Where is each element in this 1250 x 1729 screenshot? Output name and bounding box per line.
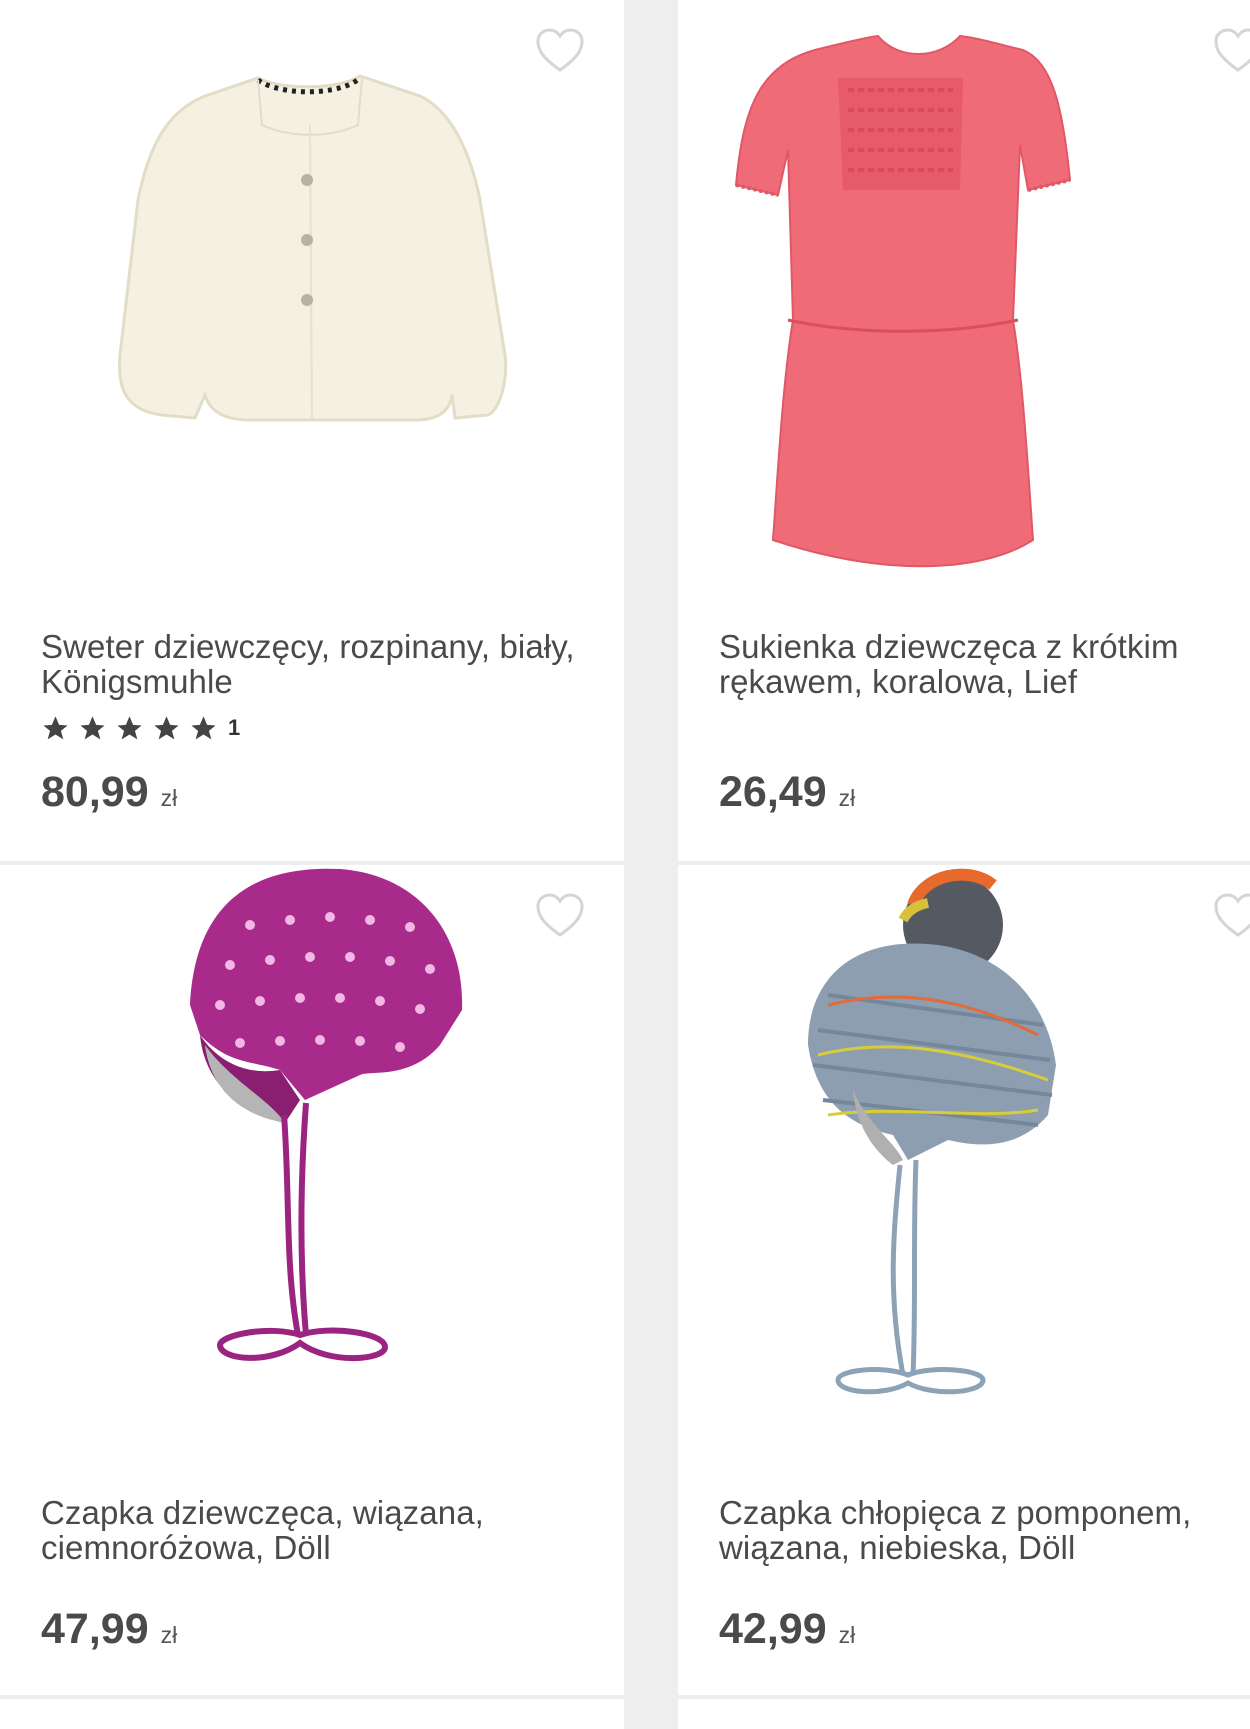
product-title[interactable]: Sukienka dziewczęca z krótkim rękawem, k… (719, 629, 1220, 699)
dress-image[interactable] (678, 0, 1250, 600)
product-title[interactable]: Czapka dziewczęca, wiązana, ciemnoróżowa… (41, 1495, 594, 1565)
price-value: 42,99 (719, 1605, 827, 1653)
price-currency: zł (838, 1622, 856, 1648)
star-icon (152, 714, 181, 743)
price-value: 80,99 (41, 768, 149, 816)
price-currency: zł (160, 1622, 178, 1648)
product-grid: Sweter dziewczęcy, rozpinany, biały, Kön… (0, 0, 1250, 1729)
product-price: 80,99 zł (41, 768, 177, 817)
favorite-heart-icon[interactable] (1213, 893, 1250, 939)
product-card[interactable] (678, 1699, 1250, 1729)
product-price: 47,99 zł (41, 1605, 177, 1654)
star-icon (115, 714, 144, 743)
price-value: 47,99 (41, 1605, 149, 1653)
product-card[interactable] (0, 1699, 624, 1729)
star-icon (78, 714, 107, 743)
rating-stars: 1 (41, 713, 240, 743)
price-currency: zł (160, 785, 178, 811)
product-card[interactable]: Czapka chłopięca z pomponem, wiązana, ni… (678, 865, 1250, 1695)
product-price: 42,99 zł (719, 1605, 855, 1654)
rating-count: 1 (228, 715, 241, 740)
cardigan-image[interactable] (0, 0, 624, 600)
product-price: 26,49 zł (719, 768, 855, 817)
product-card[interactable]: Sweter dziewczęcy, rozpinany, biały, Kön… (0, 0, 624, 861)
blue-pompom-hat-image[interactable] (678, 865, 1250, 1465)
price-currency: zł (838, 785, 856, 811)
price-value: 26,49 (719, 768, 827, 816)
product-card[interactable]: Czapka dziewczęca, wiązana, ciemnoróżowa… (0, 865, 624, 1695)
favorite-heart-icon[interactable] (535, 28, 585, 74)
star-icon (41, 714, 70, 743)
star-icon (189, 714, 218, 743)
pink-hat-image[interactable] (0, 865, 624, 1465)
favorite-heart-icon[interactable] (535, 893, 585, 939)
product-card[interactable]: Sukienka dziewczęca z krótkim rękawem, k… (678, 0, 1250, 861)
product-title[interactable]: Czapka chłopięca z pomponem, wiązana, ni… (719, 1495, 1220, 1565)
favorite-heart-icon[interactable] (1213, 28, 1250, 74)
product-title[interactable]: Sweter dziewczęcy, rozpinany, biały, Kön… (41, 629, 594, 699)
